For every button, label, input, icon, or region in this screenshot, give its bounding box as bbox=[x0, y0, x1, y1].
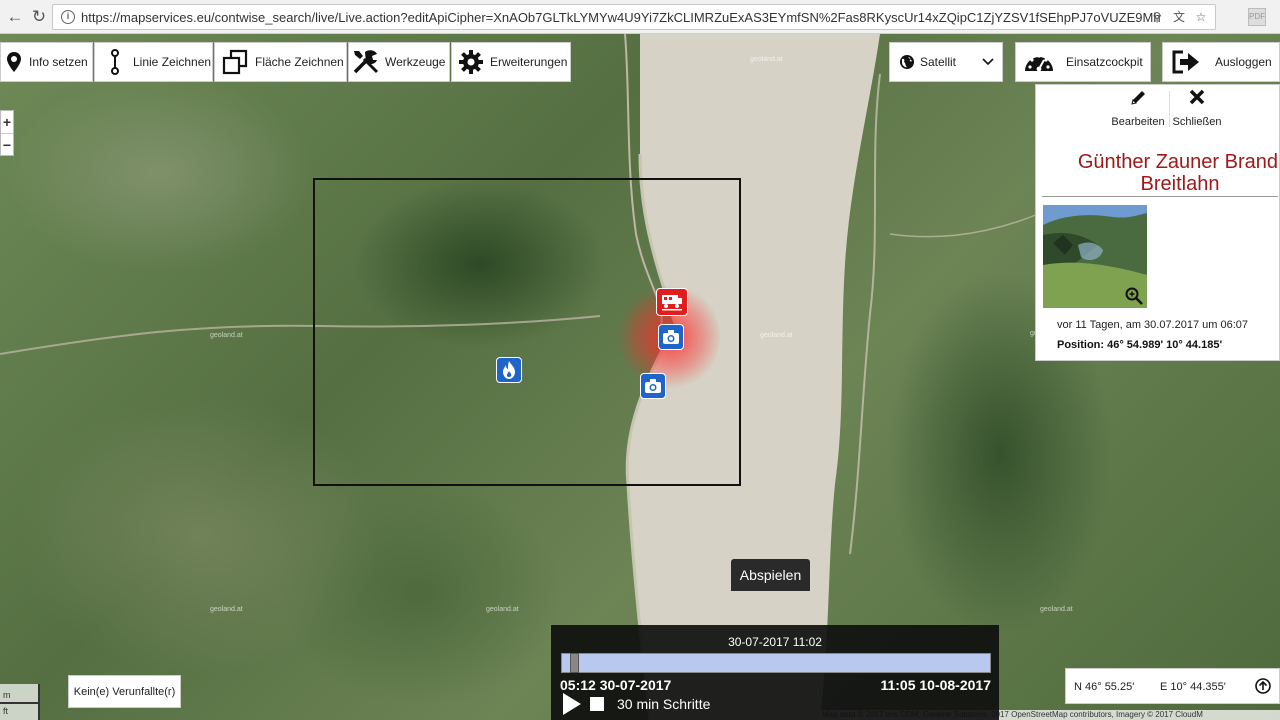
layer-select-value: Satellit bbox=[920, 55, 957, 69]
accidents-button[interactable]: Kein(e) Verunfallte(r) bbox=[68, 675, 181, 708]
info-icon[interactable]: i bbox=[61, 10, 75, 24]
scale-bar: m ft bbox=[0, 684, 40, 720]
reload-icon[interactable]: ↻ bbox=[28, 6, 50, 28]
fire-truck-marker[interactable] bbox=[656, 288, 688, 316]
playback-control: 30-07-2017 11:02 05:12 30-07-2017 11:05 … bbox=[551, 625, 999, 720]
scale-meters: m bbox=[3, 690, 11, 700]
einsatzcockpit-button[interactable]: Einsatzcockpit bbox=[1015, 42, 1151, 82]
edit-label: Bearbeiten bbox=[1111, 116, 1165, 128]
playback-end: 11:05 10-08-2017 bbox=[880, 677, 991, 693]
coordinates-box: N 46° 55.25' E 10° 44.355' bbox=[1065, 668, 1280, 704]
watermark: geoland.at bbox=[760, 332, 793, 339]
watermark: geoland.at bbox=[750, 56, 783, 63]
title-divider bbox=[1042, 196, 1278, 197]
camera-marker[interactable] bbox=[640, 373, 666, 399]
line-icon bbox=[101, 49, 129, 75]
linie-zeichnen-button[interactable]: Linie Zeichnen bbox=[94, 42, 213, 82]
pencil-icon bbox=[1131, 91, 1145, 105]
werkzeuge-button[interactable]: Werkzeuge bbox=[348, 42, 450, 82]
logout-icon bbox=[1171, 50, 1201, 74]
incident-title-line1: Günther Zauner Brand bbox=[1077, 151, 1278, 173]
incident-position: Position: 46° 54.989' 10° 44.185' bbox=[1057, 339, 1223, 351]
camera-marker-selected[interactable] bbox=[658, 324, 684, 350]
werkzeuge-label: Werkzeuge bbox=[385, 55, 446, 69]
erweiterungen-label: Erweiterungen bbox=[490, 55, 568, 69]
translate-icon[interactable]: 文 bbox=[1171, 9, 1187, 25]
playback-current-time: 30-07-2017 11:02 bbox=[728, 635, 822, 649]
zoom-out-button[interactable]: − bbox=[1, 133, 13, 155]
incident-title-line2: Breitlahn bbox=[1140, 173, 1220, 195]
flaeche-zeichnen-label: Fläche Zeichnen bbox=[255, 55, 344, 69]
chevron-down-icon bbox=[982, 58, 994, 66]
tools-icon bbox=[351, 48, 381, 76]
incident-title: Günther Zauner Brand Breitlahn bbox=[1042, 151, 1278, 195]
fire-truck-icon bbox=[662, 295, 682, 311]
abspielen-tab[interactable]: Abspielen bbox=[731, 559, 810, 591]
layer-select[interactable]: Satellit bbox=[889, 42, 1003, 82]
playback-step: 30 min Schritte bbox=[617, 696, 711, 712]
url-text: https://mapservices.eu/contwise_search/l… bbox=[81, 9, 1161, 25]
arrow-up-icon[interactable] bbox=[1255, 678, 1271, 694]
linie-zeichnen-label: Linie Zeichnen bbox=[133, 55, 212, 69]
watermark: geoland.at bbox=[210, 606, 243, 613]
paint-icon[interactable]: ⚲ bbox=[1149, 9, 1165, 25]
browser-address-bar: ← ↻ i https://mapservices.eu/contwise_se… bbox=[0, 0, 1280, 34]
incident-photo[interactable] bbox=[1043, 205, 1147, 308]
url-field[interactable]: i https://mapservices.eu/contwise_search… bbox=[52, 4, 1216, 30]
area-icon bbox=[221, 49, 249, 75]
camera-icon bbox=[645, 379, 661, 393]
close-button[interactable]: Schließen bbox=[1172, 89, 1222, 129]
globe-icon bbox=[898, 54, 916, 70]
zoom-in-button[interactable]: + bbox=[1, 111, 13, 133]
playback-slider[interactable] bbox=[561, 653, 991, 673]
star-icon[interactable]: ☆ bbox=[1193, 9, 1209, 25]
edit-button[interactable]: Bearbeiten bbox=[1110, 89, 1166, 129]
watermark: geoland.at bbox=[1040, 606, 1073, 613]
gear-icon bbox=[456, 49, 486, 75]
flaeche-zeichnen-button[interactable]: Fläche Zeichnen bbox=[214, 42, 347, 82]
einsatzcockpit-label: Einsatzcockpit bbox=[1066, 55, 1143, 69]
ausloggen-label: Ausloggen bbox=[1215, 55, 1272, 69]
fire-icon bbox=[503, 361, 515, 379]
scale-feet: ft bbox=[0, 702, 38, 720]
back-icon[interactable]: ← bbox=[4, 6, 26, 28]
pdf-extension-icon[interactable]: PDF bbox=[1248, 8, 1266, 26]
gauge-icon bbox=[1022, 49, 1056, 75]
pin-icon bbox=[3, 51, 25, 73]
info-setzen-label: Info setzen bbox=[29, 55, 88, 69]
playback-buttons: 30 min Schritte bbox=[561, 691, 710, 717]
camera-icon bbox=[663, 330, 679, 344]
coord-east: E 10° 44.355' bbox=[1160, 681, 1226, 693]
stop-icon[interactable] bbox=[589, 696, 605, 712]
zoom-icon[interactable] bbox=[1125, 287, 1143, 305]
info-setzen-button[interactable]: Info setzen bbox=[0, 42, 93, 82]
info-panel: Bearbeiten Schließen Günther Zauner Bran… bbox=[1035, 84, 1280, 361]
fire-marker[interactable] bbox=[496, 357, 522, 383]
watermark: geoland.at bbox=[486, 606, 519, 613]
playback-slider-handle[interactable] bbox=[570, 653, 579, 673]
close-label: Schließen bbox=[1172, 116, 1222, 128]
ausloggen-button[interactable]: Ausloggen bbox=[1162, 42, 1280, 82]
play-icon[interactable] bbox=[561, 691, 583, 717]
erweiterungen-button[interactable]: Erweiterungen bbox=[451, 42, 571, 82]
incident-time: vor 11 Tagen, am 30.07.2017 um 06:07 bbox=[1057, 319, 1249, 331]
coord-north: N 46° 55.25' bbox=[1074, 681, 1135, 693]
zoom-control: + − bbox=[0, 110, 14, 156]
watermark: geoland.at bbox=[210, 332, 243, 339]
close-icon bbox=[1189, 89, 1205, 105]
panel-divider bbox=[1169, 91, 1170, 127]
